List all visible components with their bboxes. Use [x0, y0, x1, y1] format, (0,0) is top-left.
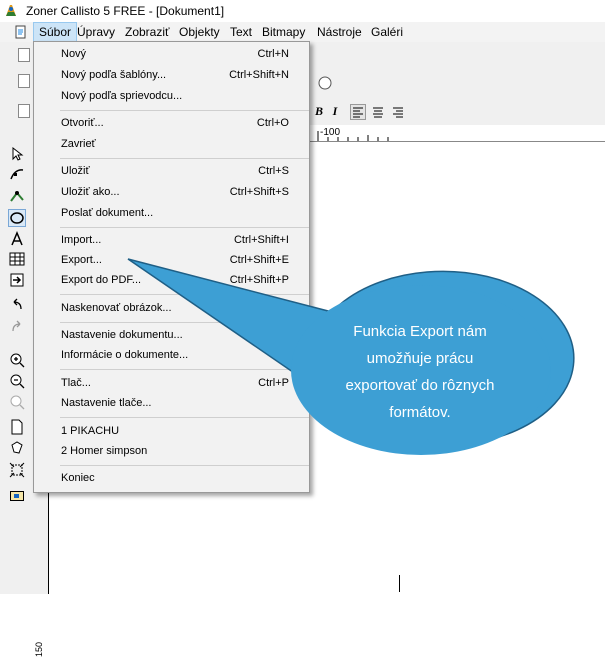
zoom-disabled-icon[interactable] [9, 394, 25, 410]
menu-separator [60, 417, 309, 418]
menu-file[interactable]: Súbor [33, 22, 78, 42]
toolbar-button[interactable] [18, 74, 30, 88]
menu-edit[interactable]: Úpravy [77, 25, 115, 39]
menu-item-recent-2[interactable]: 2 Homer simpson [34, 442, 309, 462]
text-cursor [399, 575, 400, 592]
frame-icon[interactable] [9, 488, 25, 504]
zoom-out-icon[interactable] [9, 373, 25, 389]
ruler-label: -100 [320, 127, 341, 138]
horizontal-ruler: -100 [310, 125, 605, 142]
callout-line: exportovať do rôznych [345, 377, 495, 394]
callout-line: formátov. [389, 404, 451, 421]
redo-icon[interactable] [9, 319, 25, 335]
callout-line: umožňuje prácu [366, 350, 474, 367]
menu-item-document-settings[interactable]: Nastavenie dokumentu... Ctr [34, 326, 309, 346]
menu-separator [60, 294, 309, 295]
left-toolbox [0, 142, 33, 594]
document-icon[interactable] [14, 25, 28, 39]
menu-item-new[interactable]: Nový Ctrl+N [34, 45, 309, 65]
menu-item-close[interactable]: Zavrieť [34, 135, 309, 155]
menu-item-open[interactable]: Otvoriť... Ctrl+O [34, 114, 309, 134]
ellipse-tool-icon[interactable] [8, 209, 26, 227]
menu-item-save-as[interactable]: Uložiť ako... Ctrl+Shift+S [34, 183, 309, 203]
menu-separator [60, 227, 309, 228]
menu-separator [60, 369, 309, 370]
page-icon[interactable] [9, 419, 25, 435]
new-doc-button[interactable] [18, 48, 30, 62]
title-bar: Zoner Callisto 5 FREE - [Dokument1] [0, 0, 605, 22]
menu-item-scan-image[interactable]: Naskenovať obrázok... [34, 299, 309, 319]
menu-tools[interactable]: Nástroje [317, 25, 362, 39]
menu-bitmaps[interactable]: Bitmapy [262, 25, 305, 39]
zoom-in-icon[interactable] [9, 352, 25, 368]
menu-item-new-from-template[interactable]: Nový podľa šablóny... Ctrl+Shift+N [34, 66, 309, 86]
menu-objects[interactable]: Objekty [179, 25, 220, 39]
menu-item-export[interactable]: Export... Ctrl+Shift+E [34, 251, 309, 271]
callout-line: Funkcia Export nám [353, 323, 487, 340]
menu-item-new-from-wizard[interactable]: Nový podľa sprievodcu... [34, 87, 309, 107]
menu-item-import[interactable]: Import... Ctrl+Shift+I [34, 231, 309, 251]
align-left-icon[interactable] [350, 104, 366, 120]
menu-item-export-pdf[interactable]: Export do PDF... Ctrl+Shift+P [34, 271, 309, 291]
undo-icon[interactable] [9, 297, 25, 313]
align-center-icon[interactable] [370, 104, 386, 120]
file-menu: Nový Ctrl+N Nový podľa šablóny... Ctrl+Shi… [33, 41, 310, 493]
menu-text[interactable]: Text [230, 25, 252, 39]
italic-button[interactable]: I [326, 104, 344, 120]
ellipse-option-icon[interactable] [318, 76, 332, 90]
curve-tool-icon[interactable] [9, 188, 25, 204]
rotate-icon[interactable] [9, 440, 25, 456]
menu-separator [60, 322, 309, 323]
transform-icon[interactable] [9, 462, 25, 478]
callisto-app-icon [6, 5, 16, 16]
import-tool-icon[interactable] [9, 272, 25, 288]
node-tool-icon[interactable] [9, 166, 25, 182]
callout-text: Funkcia Export nám umožňuje prácu export… [325, 318, 515, 426]
menu-item-recent-1[interactable]: 1 PIKACHU [34, 422, 309, 442]
table-tool-icon[interactable] [9, 251, 25, 267]
menu-view[interactable]: Zobraziť [125, 25, 170, 39]
menu-separator [60, 465, 309, 466]
pointer-tool-icon[interactable] [9, 146, 25, 162]
text-tool-icon[interactable] [9, 231, 25, 247]
menu-gallery[interactable]: Galéri [371, 25, 403, 39]
menu-item-print-settings[interactable]: Nastavenie tlače... [34, 394, 309, 414]
ruler-ticks [317, 131, 389, 141]
menu-separator [60, 110, 309, 111]
menu-item-save[interactable]: Uložiť Ctrl+S [34, 162, 309, 182]
vertical-ruler-label: 150 [34, 641, 44, 657]
menu-item-print[interactable]: Tlač... Ctrl+P [34, 374, 309, 394]
menu-item-exit[interactable]: Koniec [34, 469, 309, 489]
font-combo[interactable] [18, 104, 30, 118]
menu-separator [60, 158, 309, 159]
menu-bar: Súbor Úpravy Zobraziť Objekty Text Bitma… [0, 22, 605, 42]
menu-item-document-info[interactable]: Informácie o dokumente... [34, 346, 309, 366]
window-title: Zoner Callisto 5 FREE - [Dokument1] [26, 4, 225, 18]
menu-item-send-document[interactable]: Poslať dokument... [34, 204, 309, 224]
align-right-icon[interactable] [390, 104, 406, 120]
